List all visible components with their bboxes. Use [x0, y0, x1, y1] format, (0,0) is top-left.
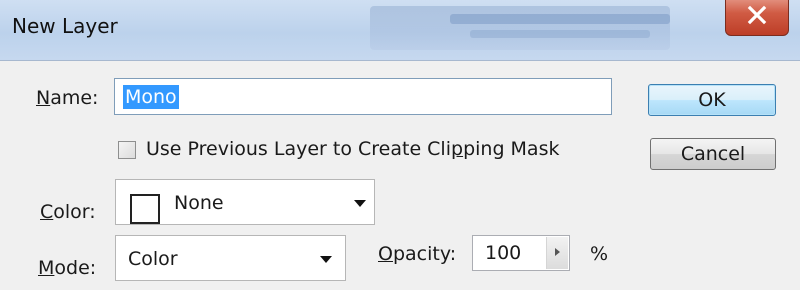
color-label: Color: [40, 201, 96, 223]
title-bar: New Layer [0, 0, 800, 60]
opacity-label: Opacity: [378, 243, 456, 265]
chevron-down-icon [320, 256, 332, 263]
name-label-mnemonic: N [36, 87, 51, 109]
opacity-label-mnemonic: O [378, 243, 393, 265]
mode-label-text: ode: [54, 257, 97, 279]
clipping-label-before: Use Previous Layer to Create Cli [146, 138, 451, 160]
opacity-value: 100 [485, 242, 522, 264]
window-title: New Layer [12, 14, 118, 38]
color-label-text: olor: [53, 201, 96, 223]
clipping-label-after: ping Mask [463, 138, 560, 160]
opacity-unit: % [590, 243, 609, 265]
opacity-slider-button[interactable] [546, 237, 568, 269]
name-label-text: ame: [50, 87, 99, 109]
opacity-label-text: pacity: [392, 243, 457, 265]
dialog-body: Name: Mono OK Cancel Use Previous Layer … [0, 60, 800, 290]
color-label-mnemonic: C [40, 201, 54, 223]
clipping-mask-checkbox[interactable] [118, 141, 136, 159]
color-dropdown[interactable]: None [115, 179, 375, 225]
name-label: Name: [36, 87, 98, 109]
color-value: None [174, 192, 224, 214]
name-input-value: Mono [123, 85, 179, 109]
close-button[interactable] [725, 0, 789, 36]
clipping-label-mnemonic: p [451, 138, 464, 160]
ok-button[interactable]: OK [648, 84, 776, 116]
background-window-blur [370, 6, 670, 50]
name-input[interactable]: Mono [114, 78, 612, 115]
mode-dropdown[interactable]: Color [115, 235, 346, 281]
mode-label: Mode: [38, 257, 96, 279]
chevron-down-icon [354, 200, 366, 207]
color-swatch [130, 194, 160, 224]
clipping-mask-label[interactable]: Use Previous Layer to Create Clipping Ma… [146, 138, 559, 160]
close-icon [747, 5, 767, 25]
mode-value: Color [128, 248, 178, 270]
mode-label-mnemonic: M [38, 257, 55, 279]
background-window-blur-text [450, 14, 670, 24]
background-window-blur-text-2 [470, 30, 650, 38]
cancel-button[interactable]: Cancel [650, 138, 776, 170]
chevron-right-icon [555, 248, 560, 256]
